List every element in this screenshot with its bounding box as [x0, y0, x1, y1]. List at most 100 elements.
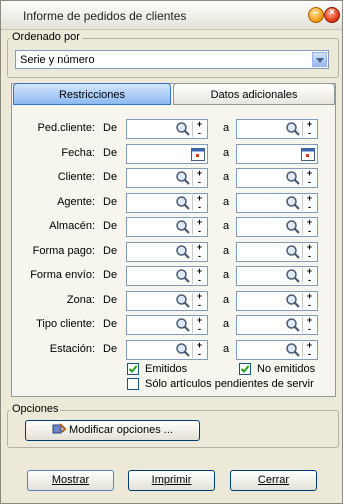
- minus-icon[interactable]: -: [193, 226, 206, 236]
- search-icon[interactable]: [285, 170, 301, 186]
- imprimir-label: Imprimir: [151, 474, 192, 486]
- minus-icon[interactable]: -: [193, 300, 206, 310]
- date-field[interactable]: [126, 143, 208, 164]
- spinner-buttons[interactable]: + -: [302, 242, 316, 261]
- minus-icon[interactable]: -: [303, 324, 316, 334]
- range-field[interactable]: + -: [236, 290, 318, 311]
- range-field[interactable]: + -: [126, 290, 208, 311]
- spinner-buttons[interactable]: + -: [192, 168, 206, 187]
- cerrar-button[interactable]: Cerrar: [230, 470, 317, 491]
- to-label: a: [223, 342, 230, 355]
- pendientes-checkbox[interactable]: [127, 378, 139, 390]
- search-icon[interactable]: [285, 317, 301, 333]
- search-icon[interactable]: [285, 195, 301, 211]
- search-icon[interactable]: [175, 268, 191, 284]
- restriction-row: Fecha: De a: [1, 143, 343, 164]
- range-field[interactable]: + -: [236, 315, 318, 335]
- range-field[interactable]: + -: [126, 315, 208, 335]
- range-field[interactable]: + -: [126, 266, 208, 286]
- minus-icon[interactable]: -: [193, 275, 206, 285]
- close-button[interactable]: ×: [324, 7, 340, 23]
- spinner-buttons[interactable]: + -: [192, 340, 206, 359]
- minus-icon[interactable]: -: [303, 177, 316, 187]
- search-icon[interactable]: [285, 293, 301, 309]
- spinner-buttons[interactable]: + -: [302, 119, 316, 138]
- imprimir-button[interactable]: Imprimir: [128, 470, 215, 491]
- mostrar-button[interactable]: Mostrar: [27, 470, 114, 491]
- spinner-buttons[interactable]: + -: [302, 193, 316, 212]
- calendar-icon[interactable]: [301, 147, 315, 161]
- emitidos-checkbox[interactable]: [127, 363, 139, 375]
- minus-icon[interactable]: -: [303, 128, 316, 138]
- tab-restricciones[interactable]: Restricciones: [13, 83, 171, 105]
- cerrar-label: Cerrar: [257, 474, 290, 486]
- search-icon[interactable]: [175, 121, 191, 137]
- range-field[interactable]: + -: [126, 241, 208, 262]
- minus-icon[interactable]: -: [303, 349, 316, 359]
- range-field[interactable]: + -: [126, 192, 208, 213]
- range-field[interactable]: + -: [236, 192, 318, 213]
- search-icon[interactable]: [285, 121, 301, 137]
- minus-icon[interactable]: -: [303, 300, 316, 310]
- spinner-buttons[interactable]: + -: [302, 291, 316, 310]
- chevron-down-icon[interactable]: [312, 52, 327, 67]
- minus-icon[interactable]: -: [303, 275, 316, 285]
- range-field[interactable]: + -: [126, 168, 208, 188]
- search-icon[interactable]: [175, 342, 191, 358]
- minus-icon[interactable]: -: [193, 349, 206, 359]
- tab-datos-adicionales[interactable]: Datos adicionales: [173, 83, 335, 105]
- range-field[interactable]: + -: [236, 119, 318, 139]
- minus-icon[interactable]: -: [303, 202, 316, 212]
- from-label: De: [103, 318, 118, 330]
- search-icon[interactable]: [175, 244, 191, 260]
- modify-options-button[interactable]: Modificar opciones ...: [25, 420, 200, 441]
- range-field[interactable]: + -: [236, 241, 318, 262]
- minus-icon[interactable]: -: [193, 324, 206, 334]
- no-emitidos-checkbox[interactable]: [239, 363, 251, 375]
- search-icon[interactable]: [285, 342, 301, 358]
- range-field[interactable]: + -: [236, 339, 318, 360]
- search-icon[interactable]: [175, 317, 191, 333]
- minus-icon[interactable]: -: [193, 128, 206, 138]
- to-label: a: [223, 122, 230, 134]
- spinner-buttons[interactable]: + -: [192, 315, 206, 334]
- search-icon[interactable]: [285, 244, 301, 260]
- search-icon[interactable]: [175, 293, 191, 309]
- spinner-buttons[interactable]: + -: [302, 315, 316, 334]
- restriction-label: Agente:: [57, 195, 95, 208]
- sort-order-select[interactable]: Serie y número: [15, 50, 329, 69]
- range-field[interactable]: + -: [236, 266, 318, 286]
- minus-icon[interactable]: -: [193, 202, 206, 212]
- date-field[interactable]: [236, 143, 318, 164]
- search-icon[interactable]: [175, 195, 191, 211]
- spinner-buttons[interactable]: + -: [302, 217, 316, 236]
- spinner-buttons[interactable]: + -: [192, 266, 206, 285]
- spinner-buttons[interactable]: + -: [192, 291, 206, 310]
- spinner-buttons[interactable]: + -: [192, 193, 206, 212]
- calendar-icon[interactable]: [191, 147, 205, 161]
- minus-icon[interactable]: -: [303, 251, 316, 261]
- range-field[interactable]: + -: [126, 217, 208, 237]
- minimize-button[interactable]: –: [308, 7, 324, 23]
- search-icon[interactable]: [285, 219, 301, 235]
- search-icon[interactable]: [285, 268, 301, 284]
- from-label: De: [103, 122, 118, 134]
- minus-icon[interactable]: -: [303, 226, 316, 236]
- spinner-buttons[interactable]: + -: [302, 168, 316, 187]
- from-label: De: [103, 269, 118, 281]
- spinner-buttons[interactable]: + -: [302, 266, 316, 285]
- report-window: Informe de pedidos de clientes – × Orden…: [0, 0, 343, 504]
- search-icon[interactable]: [175, 170, 191, 186]
- title-bar[interactable]: Informe de pedidos de clientes – ×: [1, 1, 342, 30]
- spinner-buttons[interactable]: + -: [192, 119, 206, 138]
- spinner-buttons[interactable]: + -: [192, 242, 206, 261]
- range-field[interactable]: + -: [126, 339, 208, 360]
- spinner-buttons[interactable]: + -: [192, 217, 206, 236]
- minus-icon[interactable]: -: [193, 251, 206, 261]
- range-field[interactable]: + -: [126, 119, 208, 139]
- search-icon[interactable]: [175, 219, 191, 235]
- spinner-buttons[interactable]: + -: [302, 340, 316, 359]
- range-field[interactable]: + -: [236, 217, 318, 237]
- range-field[interactable]: + -: [236, 168, 318, 188]
- minus-icon[interactable]: -: [193, 177, 206, 187]
